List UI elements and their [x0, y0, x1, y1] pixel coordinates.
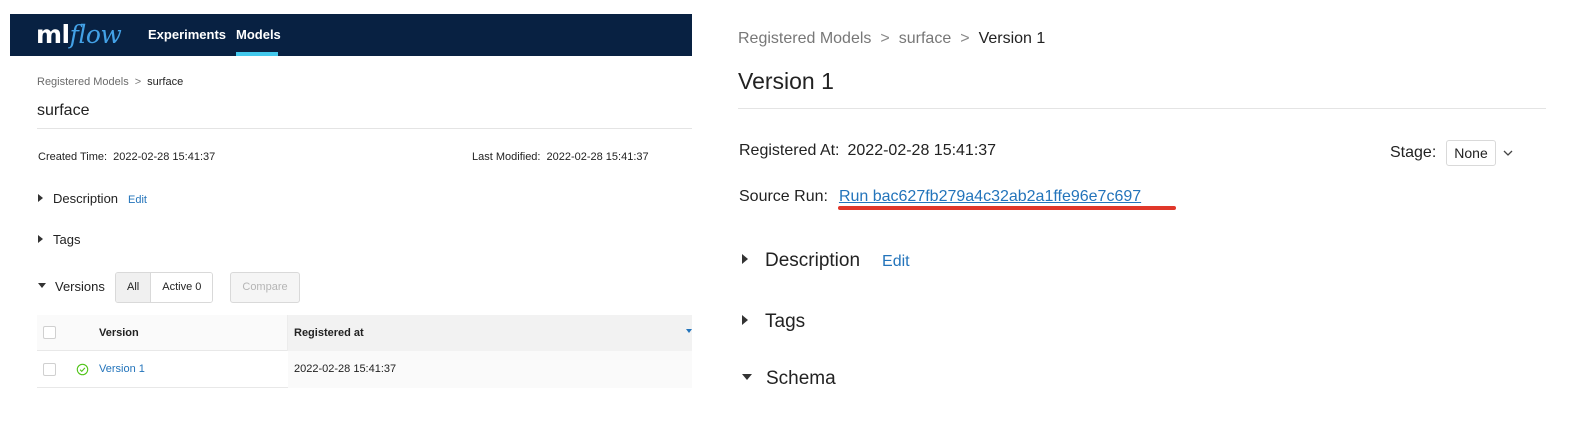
last-modified-label: Last Modified:: [472, 151, 541, 163]
edit-description-link[interactable]: Edit: [128, 194, 147, 206]
versions-table: Version Registered at Version 1 2022-02-…: [37, 315, 692, 388]
created-time: Created Time: 2022-02-28 15:41:37: [38, 151, 215, 163]
table-row: Version 1 2022-02-28 15:41:37: [37, 351, 692, 388]
page-title: surface: [37, 102, 90, 119]
created-time-value: 2022-02-28 15:41:37: [113, 151, 216, 163]
registered-at: Registered At: 2022-02-28 15:41:37: [739, 142, 996, 160]
column-header-registered-at[interactable]: Registered at: [294, 315, 364, 351]
registered-at-value: 2022-02-28 15:41:37: [847, 142, 997, 159]
registered-at-label: Registered At:: [739, 142, 840, 159]
breadcrumb-separator: >: [880, 30, 890, 47]
breadcrumb: Registered Models > surface > Version 1: [738, 30, 1045, 48]
versions-section-toggle[interactable]: Versions: [38, 279, 105, 294]
sort-descending-icon[interactable]: [686, 329, 692, 333]
column-divider: [287, 315, 288, 351]
caret-right-icon: [38, 194, 43, 202]
caret-down-icon: [38, 283, 46, 288]
nav-active-indicator: [236, 52, 278, 56]
breadcrumb-separator: >: [134, 76, 142, 88]
source-run-label: Source Run:: [739, 188, 828, 205]
tags-section-toggle[interactable]: Tags: [742, 311, 805, 333]
breadcrumb-current: surface: [147, 76, 184, 88]
stage-label: Stage:: [1390, 144, 1437, 161]
mlflow-logo[interactable]: mlflow: [36, 19, 122, 51]
top-navbar: mlflow Experiments Models: [10, 14, 692, 56]
highlight-underline: [838, 206, 1176, 210]
breadcrumb: Registered Models > surface: [37, 76, 183, 88]
last-modified-value: 2022-02-28 15:41:37: [546, 151, 649, 163]
stage-select[interactable]: None: [1446, 140, 1496, 166]
logo-ml-text: ml: [36, 20, 70, 49]
description-section-toggle[interactable]: Description Edit: [742, 250, 910, 272]
compare-button[interactable]: Compare: [230, 272, 300, 303]
schema-section-toggle[interactable]: Schema: [742, 368, 836, 390]
caret-right-icon: [742, 315, 748, 325]
schema-heading: Schema: [766, 368, 836, 389]
created-time-label: Created Time:: [38, 151, 108, 163]
check-circle-icon: [76, 363, 89, 376]
breadcrumb-current: Version 1: [978, 30, 1046, 47]
edit-description-link[interactable]: Edit: [882, 253, 910, 270]
last-modified: Last Modified: 2022-02-28 15:41:37: [472, 151, 649, 163]
breadcrumb-registered-models[interactable]: Registered Models: [738, 30, 871, 47]
stage-control: Stage: None: [1390, 140, 1514, 166]
filter-active-button[interactable]: Active 0: [151, 273, 213, 302]
breadcrumb-separator: >: [960, 30, 970, 47]
tags-heading: Tags: [53, 232, 81, 247]
breadcrumb-registered-models[interactable]: Registered Models: [37, 76, 129, 88]
filter-all-button[interactable]: All: [116, 273, 152, 302]
select-all-checkbox[interactable]: [43, 326, 56, 339]
version-link[interactable]: Version 1: [99, 351, 145, 388]
description-heading: Description: [765, 250, 861, 271]
tags-heading: Tags: [765, 311, 806, 332]
caret-right-icon: [742, 254, 748, 264]
source-run: Source Run: Run bac627fb279a4c32ab2a1ffe9…: [739, 188, 1144, 206]
caret-down-icon: [742, 374, 752, 380]
breadcrumb-model[interactable]: surface: [899, 30, 951, 47]
description-section-toggle[interactable]: Description Edit: [38, 191, 147, 206]
caret-right-icon: [38, 235, 43, 243]
table-header: Version Registered at: [37, 315, 692, 351]
source-run-link[interactable]: Run bac627fb279a4c32ab2a1ffe96e7c697: [836, 188, 1144, 205]
description-heading: Description: [53, 191, 119, 206]
nav-experiments[interactable]: Experiments: [148, 14, 226, 56]
version-detail-panel: Registered Models > surface > Version 1 Vers…: [738, 0, 1548, 434]
tags-section-toggle[interactable]: Tags: [38, 232, 80, 247]
version-filter: All Active 0: [115, 272, 214, 303]
registered-at-cell: 2022-02-28 15:41:37: [294, 363, 397, 375]
row-checkbox[interactable]: [43, 363, 56, 376]
model-overview-panel: mlflow Experiments Models Registered Mod…: [10, 14, 692, 404]
title-divider: [37, 128, 692, 129]
logo-flow-text: flow: [69, 20, 122, 49]
nav-models[interactable]: Models: [236, 14, 281, 56]
chevron-down-icon[interactable]: [1502, 147, 1514, 159]
versions-heading: Versions: [55, 279, 105, 294]
title-divider: [738, 108, 1546, 109]
column-header-version[interactable]: Version: [99, 315, 139, 351]
page-title: Version 1: [738, 68, 834, 94]
